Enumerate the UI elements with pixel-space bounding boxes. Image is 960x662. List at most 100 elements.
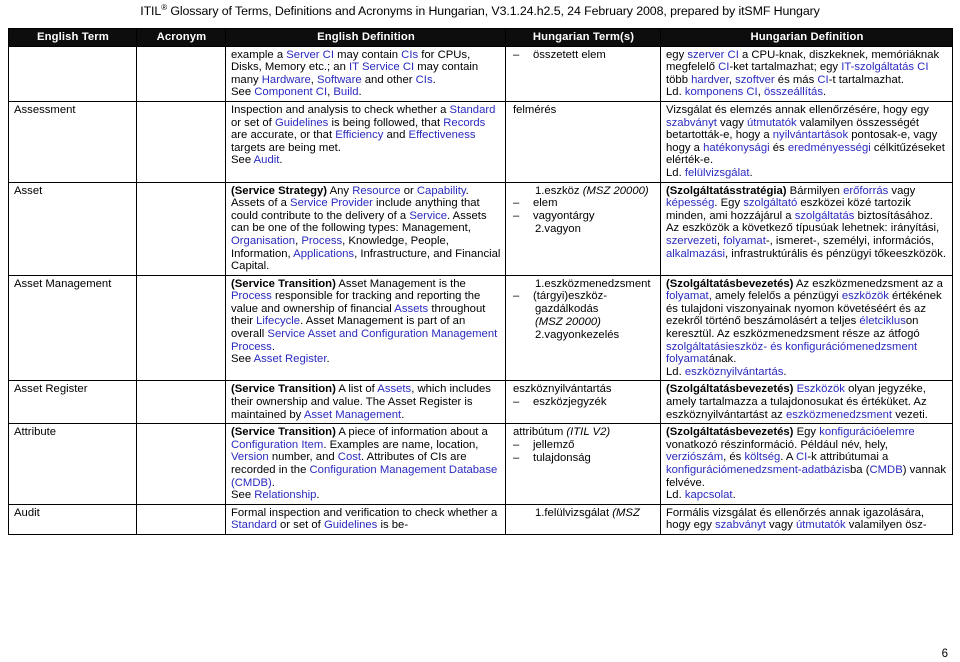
glossary-cross-reference[interactable]: Efficiency xyxy=(335,129,383,141)
glossary-cross-reference[interactable]: kapcsolat xyxy=(685,489,733,501)
definition-text: és xyxy=(769,141,788,154)
glossary-cross-reference[interactable]: verziószám xyxy=(666,451,723,463)
hungarian-term-label: vagyontárgy xyxy=(533,210,595,223)
lifecycle-stage-label: (Service Transition) xyxy=(231,383,336,396)
glossary-cross-reference[interactable]: Relationship xyxy=(254,489,316,501)
glossary-cross-reference[interactable]: Organisation xyxy=(231,235,295,247)
glossary-cross-reference[interactable]: CI xyxy=(817,74,828,86)
definition-text: -ket tartalmazhat; egy xyxy=(729,61,842,74)
dash-bullet-icon: – xyxy=(513,210,520,223)
cell-hungarian-terms: felmérés xyxy=(505,100,661,183)
glossary-cross-reference[interactable]: Process xyxy=(231,290,272,302)
glossary-cross-reference[interactable]: Cost xyxy=(338,451,361,463)
glossary-cross-reference[interactable]: eszköznyilvántartás xyxy=(685,366,784,378)
cell-english-term: Audit xyxy=(8,503,137,535)
glossary-cross-reference[interactable]: szolgáltatásieszköz- és konfigurációmene… xyxy=(666,341,917,366)
glossary-cross-reference[interactable]: hardver xyxy=(691,74,729,86)
glossary-cross-reference[interactable]: hatékonysági xyxy=(703,142,770,154)
cell-hungarian-definition: (Szolgáltatásbevezetés) Eszközök olyan j… xyxy=(660,380,953,425)
hungarian-term-label: eszköz xyxy=(544,184,583,197)
glossary-cross-reference[interactable]: Standard xyxy=(450,104,496,116)
glossary-cross-reference[interactable]: eszközmenedzsment xyxy=(786,409,892,421)
glossary-cross-reference[interactable]: erőforrás xyxy=(843,185,888,197)
glossary-cross-reference[interactable]: költség xyxy=(744,451,780,463)
definition-text: . Examples are name, location, xyxy=(323,438,479,451)
glossary-cross-reference[interactable]: életciklus xyxy=(859,315,905,327)
glossary-cross-reference[interactable]: Hardware xyxy=(262,74,311,86)
dash-bullet-icon: – xyxy=(513,48,520,61)
glossary-cross-reference[interactable]: szerver CI xyxy=(687,49,738,61)
glossary-cross-reference[interactable]: Asset Register xyxy=(254,353,327,365)
glossary-cross-reference[interactable]: folyamat xyxy=(723,235,766,247)
glossary-cross-reference[interactable]: Records xyxy=(443,117,485,129)
cell-english-definition: (Service Transition) A list of Assets, w… xyxy=(225,380,506,425)
hungarian-term-alternative: – jellemző xyxy=(511,439,656,452)
glossary-cross-reference[interactable]: alkalmazási xyxy=(666,248,725,260)
glossary-cross-reference[interactable]: Server CI xyxy=(286,49,334,61)
definition-text: Az eszközmenedzsment az a xyxy=(793,277,943,290)
glossary-cross-reference[interactable]: CMDB xyxy=(869,464,902,476)
cell-english-term: Asset Register xyxy=(8,380,137,425)
glossary-cross-reference[interactable]: Standard xyxy=(231,519,277,531)
glossary-cross-reference[interactable]: IT Service CI xyxy=(349,61,414,73)
glossary-cross-reference[interactable]: Guidelines xyxy=(324,519,377,531)
column-header-hungarian-terms: Hungarian Term(s) xyxy=(505,28,661,47)
glossary-cross-reference[interactable]: szolgáltatás xyxy=(795,210,855,222)
glossary-cross-reference[interactable]: eredményességi xyxy=(788,142,871,154)
glossary-cross-reference[interactable]: Service Provider xyxy=(290,197,373,209)
glossary-cross-reference[interactable]: Assets xyxy=(394,303,428,315)
glossary-cross-reference[interactable]: Component CI xyxy=(254,86,327,98)
glossary-cross-reference[interactable]: Asset Management xyxy=(304,409,401,421)
glossary-cross-reference[interactable]: Applications xyxy=(293,248,354,260)
glossary-cross-reference[interactable]: útmutatók xyxy=(747,117,797,129)
glossary-cross-reference[interactable]: szabványt xyxy=(715,519,766,531)
glossary-cross-reference[interactable]: Audit xyxy=(254,154,280,166)
glossary-cross-reference[interactable]: folyamat xyxy=(666,290,709,302)
definition-text: A piece of information about a xyxy=(335,426,488,439)
glossary-cross-reference[interactable]: Resource xyxy=(352,185,400,197)
glossary-cross-reference[interactable]: CI xyxy=(796,451,807,463)
glossary-cross-reference[interactable]: IT-szolgáltatás CI xyxy=(841,61,928,73)
definition-text: Bármilyen xyxy=(786,184,844,197)
definition-text: , amely felelős a pénzügyi xyxy=(708,290,842,303)
glossary-cross-reference[interactable]: Software xyxy=(317,74,362,86)
glossary-cross-reference[interactable]: Build xyxy=(333,86,358,98)
hungarian-term: felmérés xyxy=(511,104,656,117)
glossary-cross-reference[interactable]: Configuration Item xyxy=(231,439,323,451)
glossary-cross-reference[interactable]: nyilvántartások xyxy=(773,129,848,141)
glossary-cross-reference[interactable]: szabványt xyxy=(666,117,717,129)
definition-text: vagy xyxy=(888,184,916,197)
glossary-cross-reference[interactable]: Lifecycle xyxy=(256,315,300,327)
definition-text: . xyxy=(271,476,275,489)
glossary-cross-reference[interactable]: eszközök xyxy=(842,290,889,302)
cell-hungarian-terms: – összetett elem xyxy=(505,45,661,102)
definition-text: több xyxy=(666,73,692,86)
glossary-cross-reference[interactable]: CIs xyxy=(416,74,433,86)
glossary-cross-reference[interactable]: szervezeti xyxy=(666,235,717,247)
glossary-cross-reference[interactable]: képesség xyxy=(666,197,714,209)
dash-bullet-icon: – xyxy=(513,439,520,452)
glossary-cross-reference[interactable]: Effectiveness xyxy=(409,129,476,141)
glossary-cross-reference[interactable]: szoftver xyxy=(735,74,775,86)
glossary-cross-reference[interactable]: konfigurációmenedzsment-adatbázis xyxy=(666,464,850,476)
lifecycle-stage-label: (Szolgáltatásbevezetés) xyxy=(666,383,794,396)
glossary-cross-reference[interactable]: komponens CI xyxy=(685,86,758,98)
glossary-cross-reference[interactable]: útmutatók xyxy=(796,519,846,531)
glossary-cross-reference[interactable]: Version xyxy=(231,451,269,463)
glossary-cross-reference[interactable]: CI xyxy=(718,61,729,73)
glossary-cross-reference[interactable]: Service xyxy=(409,210,447,222)
glossary-cross-reference[interactable]: Guidelines xyxy=(275,117,328,129)
glossary-cross-reference[interactable]: felülvizsgálat xyxy=(685,167,750,179)
glossary-cross-reference[interactable]: Capability xyxy=(417,185,466,197)
hungarian-term-continuation: gazdálkodás xyxy=(535,303,599,316)
glossary-cross-reference[interactable]: CIs xyxy=(401,49,418,61)
dash-bullet-icon: – xyxy=(513,290,520,303)
glossary-cross-reference[interactable]: Assets xyxy=(377,383,411,395)
glossary-cross-reference[interactable]: Eszközök xyxy=(797,383,845,395)
glossary-cross-reference[interactable]: konfigurációelemre xyxy=(819,426,914,438)
glossary-cross-reference[interactable]: Process xyxy=(301,235,342,247)
hungarian-term-label: összetett elem xyxy=(533,48,606,61)
hungarian-term: attribútum (ITIL V2) xyxy=(511,426,656,439)
glossary-cross-reference[interactable]: összeállítás xyxy=(764,86,823,98)
glossary-cross-reference[interactable]: szolgáltató xyxy=(743,197,797,209)
